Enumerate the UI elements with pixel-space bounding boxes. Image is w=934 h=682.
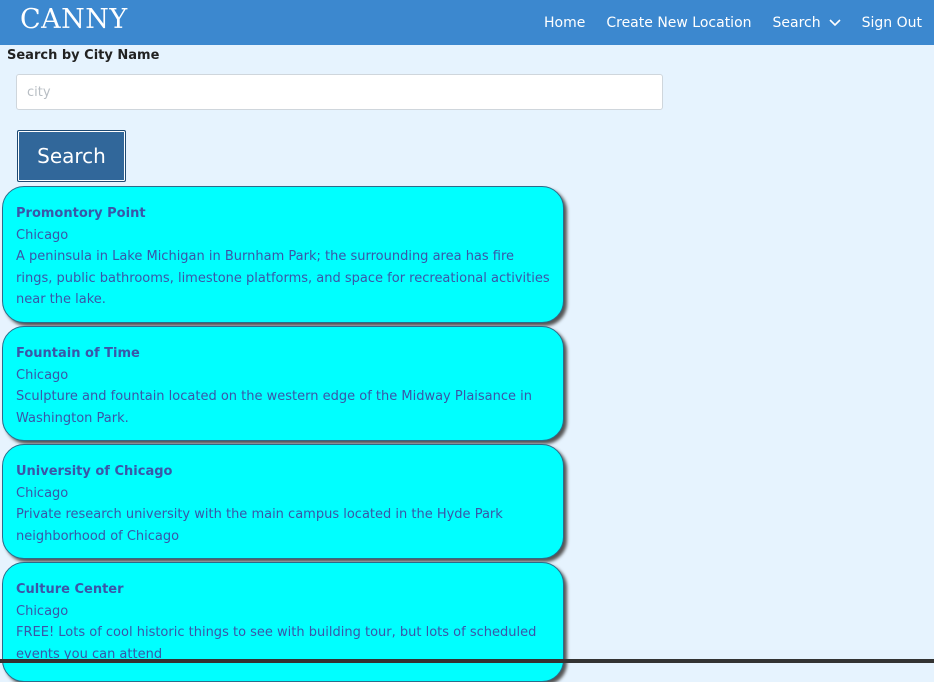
top-navbar: CANNY Home Create New Location Search Si… <box>0 0 934 45</box>
location-name: University of Chicago <box>16 464 173 479</box>
nav-home-link[interactable]: Home <box>544 15 585 31</box>
nav-create-location-link[interactable]: Create New Location <box>606 15 751 31</box>
location-name: Culture Center <box>16 582 124 597</box>
location-city: Chicago <box>16 485 69 501</box>
location-name: Fountain of Time <box>16 346 140 361</box>
nav-search-label: Search <box>772 14 821 31</box>
location-description: Private research university with the mai… <box>16 507 503 544</box>
location-card[interactable]: Fountain of Time Chicago Sculpture and f… <box>2 326 564 441</box>
location-city: Chicago <box>16 367 69 383</box>
nav-links: Home Create New Location Search Sign Out <box>523 0 922 45</box>
chevron-down-icon <box>829 18 841 26</box>
nav-search-dropdown[interactable]: Search <box>773 15 841 31</box>
brand-logo[interactable]: CANNY <box>20 4 128 35</box>
location-description: Sculpture and fountain located on the we… <box>16 389 533 426</box>
location-city: Chicago <box>16 227 69 243</box>
location-card[interactable]: Culture Center Chicago FREE! Lots of coo… <box>2 562 564 682</box>
window-bottom-edge <box>0 659 934 663</box>
search-button[interactable]: Search <box>17 130 126 182</box>
location-city: Chicago <box>16 603 69 619</box>
location-description: A peninsula in Lake Michigan in Burnham … <box>16 249 550 307</box>
location-card[interactable]: Promontory Point Chicago A peninsula in … <box>2 186 564 323</box>
nav-sign-out-link[interactable]: Sign Out <box>862 15 922 31</box>
location-name: Promontory Point <box>16 206 146 221</box>
search-by-city-label: Search by City Name <box>7 48 160 63</box>
city-search-input[interactable] <box>16 74 663 110</box>
location-card[interactable]: University of Chicago Chicago Private re… <box>2 444 564 559</box>
